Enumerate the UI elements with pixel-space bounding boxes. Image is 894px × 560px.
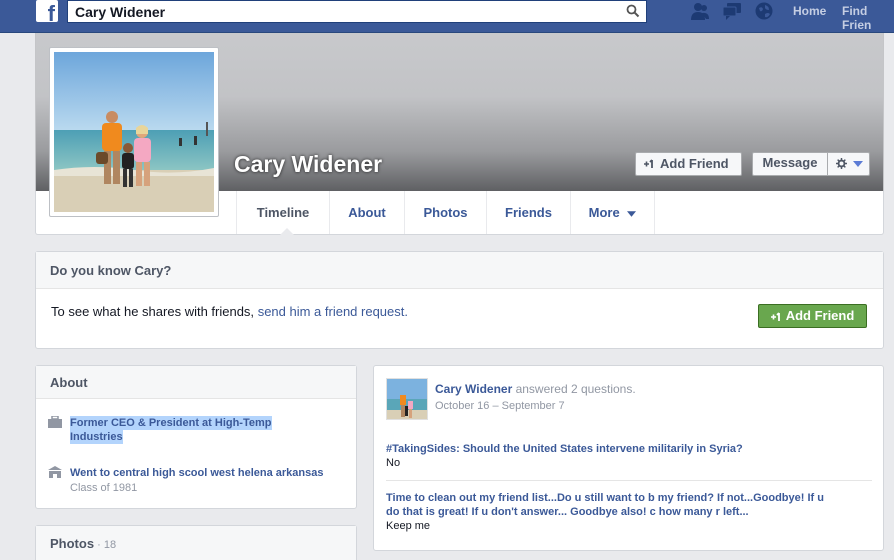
tab-more[interactable]: More bbox=[571, 191, 655, 234]
friend-request-text: To see what he shares with friends, bbox=[51, 304, 255, 319]
briefcase-icon bbox=[48, 416, 62, 428]
nav-home-link[interactable]: Home bbox=[793, 4, 826, 18]
search-input[interactable] bbox=[68, 1, 618, 22]
message-button-group: Message bbox=[752, 152, 870, 176]
about-education-class: Class of 1981 bbox=[70, 482, 138, 494]
about-work-line2[interactable]: Industries bbox=[70, 430, 123, 444]
tab-friends[interactable]: Friends bbox=[487, 191, 571, 234]
tab-photos-label: Photos bbox=[423, 205, 468, 220]
add-friend-button[interactable]: Add Friend bbox=[635, 152, 742, 176]
qa-answer: No bbox=[386, 457, 401, 469]
add-friend-icon bbox=[770, 311, 780, 321]
nav-find-friends-link[interactable]: Find Frien bbox=[842, 4, 894, 32]
tab-photos[interactable]: Photos bbox=[405, 191, 487, 234]
qa-item: #TakingSides: Should the United States i… bbox=[386, 442, 743, 470]
post-date[interactable]: October 16 – September 7 bbox=[435, 400, 565, 412]
profile-photo-image bbox=[54, 52, 214, 212]
search-box[interactable] bbox=[67, 0, 647, 23]
top-bar: f Home Find Frien bbox=[0, 0, 894, 33]
facebook-logo-letter: f bbox=[47, 1, 55, 22]
tab-timeline-label: Timeline bbox=[256, 205, 310, 220]
qa-question-line2[interactable]: do that is great! If u don't answer... G… bbox=[386, 505, 876, 519]
message-button[interactable]: Message bbox=[753, 152, 828, 176]
do-you-know-title: Do you know Cary? bbox=[36, 252, 883, 289]
tab-friends-label: Friends bbox=[505, 205, 552, 220]
photos-card: Photos · 18 bbox=[35, 525, 357, 560]
chevron-down-icon bbox=[627, 210, 637, 217]
tab-about[interactable]: About bbox=[330, 191, 405, 234]
chevron-down-icon bbox=[853, 161, 863, 167]
send-friend-request-link[interactable]: send him a friend request. bbox=[258, 304, 408, 319]
add-friend-icon bbox=[644, 159, 653, 168]
post-author-name[interactable]: Cary Widener bbox=[435, 382, 512, 396]
photos-count: · 18 bbox=[94, 539, 117, 551]
tab-more-label: More bbox=[588, 205, 620, 220]
qa-question-line1[interactable]: Time to clean out my friend list...Do u … bbox=[386, 491, 876, 505]
qa-item: Time to clean out my friend list...Do u … bbox=[386, 491, 876, 533]
friend-request-prompt: To see what he shares with friends, send… bbox=[51, 304, 408, 319]
post-action: answered 2 questions. bbox=[512, 382, 636, 396]
notifications-icon[interactable] bbox=[754, 1, 774, 21]
add-friend-green-label: Add Friend bbox=[785, 308, 855, 323]
qa-answer: Keep me bbox=[386, 520, 431, 532]
add-friend-label: Add Friend bbox=[660, 156, 729, 171]
gear-icon bbox=[836, 158, 847, 169]
messages-icon[interactable] bbox=[722, 1, 742, 21]
tab-timeline[interactable]: Timeline bbox=[236, 191, 330, 235]
about-card: About Former CEO & President at High-Tem… bbox=[35, 365, 357, 509]
about-card-title: About bbox=[36, 366, 356, 399]
about-education-line[interactable]: Went to central high scool west helena a… bbox=[70, 466, 323, 480]
about-work-line1[interactable]: Former CEO & President at High-Temp bbox=[70, 416, 272, 430]
profile-picture[interactable] bbox=[49, 47, 219, 217]
tab-about-label: About bbox=[348, 205, 386, 220]
post-header: Cary Widener answered 2 questions. bbox=[435, 382, 636, 396]
add-friend-green-button[interactable]: Add Friend bbox=[758, 304, 867, 328]
photos-card-header[interactable]: Photos · 18 bbox=[36, 526, 356, 560]
options-dropdown-button[interactable] bbox=[829, 153, 869, 175]
active-tab-indicator bbox=[280, 228, 294, 235]
search-icon[interactable] bbox=[626, 4, 640, 18]
about-education-item: Went to central high scool west helena a… bbox=[48, 465, 348, 497]
qa-divider bbox=[386, 480, 872, 481]
profile-name[interactable]: Cary Widener bbox=[234, 151, 382, 178]
post-author-avatar[interactable] bbox=[386, 378, 428, 420]
friend-requests-icon[interactable] bbox=[690, 1, 710, 21]
about-work-item: Former CEO & President at High-Temp Indu… bbox=[48, 415, 348, 447]
photos-card-title: Photos bbox=[50, 536, 95, 551]
qa-question[interactable]: #TakingSides: Should the United States i… bbox=[386, 442, 743, 456]
do-you-know-box: Do you know Cary? To see what he shares … bbox=[35, 251, 884, 349]
facebook-logo[interactable]: f bbox=[36, 0, 58, 22]
message-label: Message bbox=[762, 155, 818, 170]
timeline-post: Cary Widener answered 2 questions. Octob… bbox=[373, 365, 884, 551]
school-icon bbox=[48, 466, 62, 478]
